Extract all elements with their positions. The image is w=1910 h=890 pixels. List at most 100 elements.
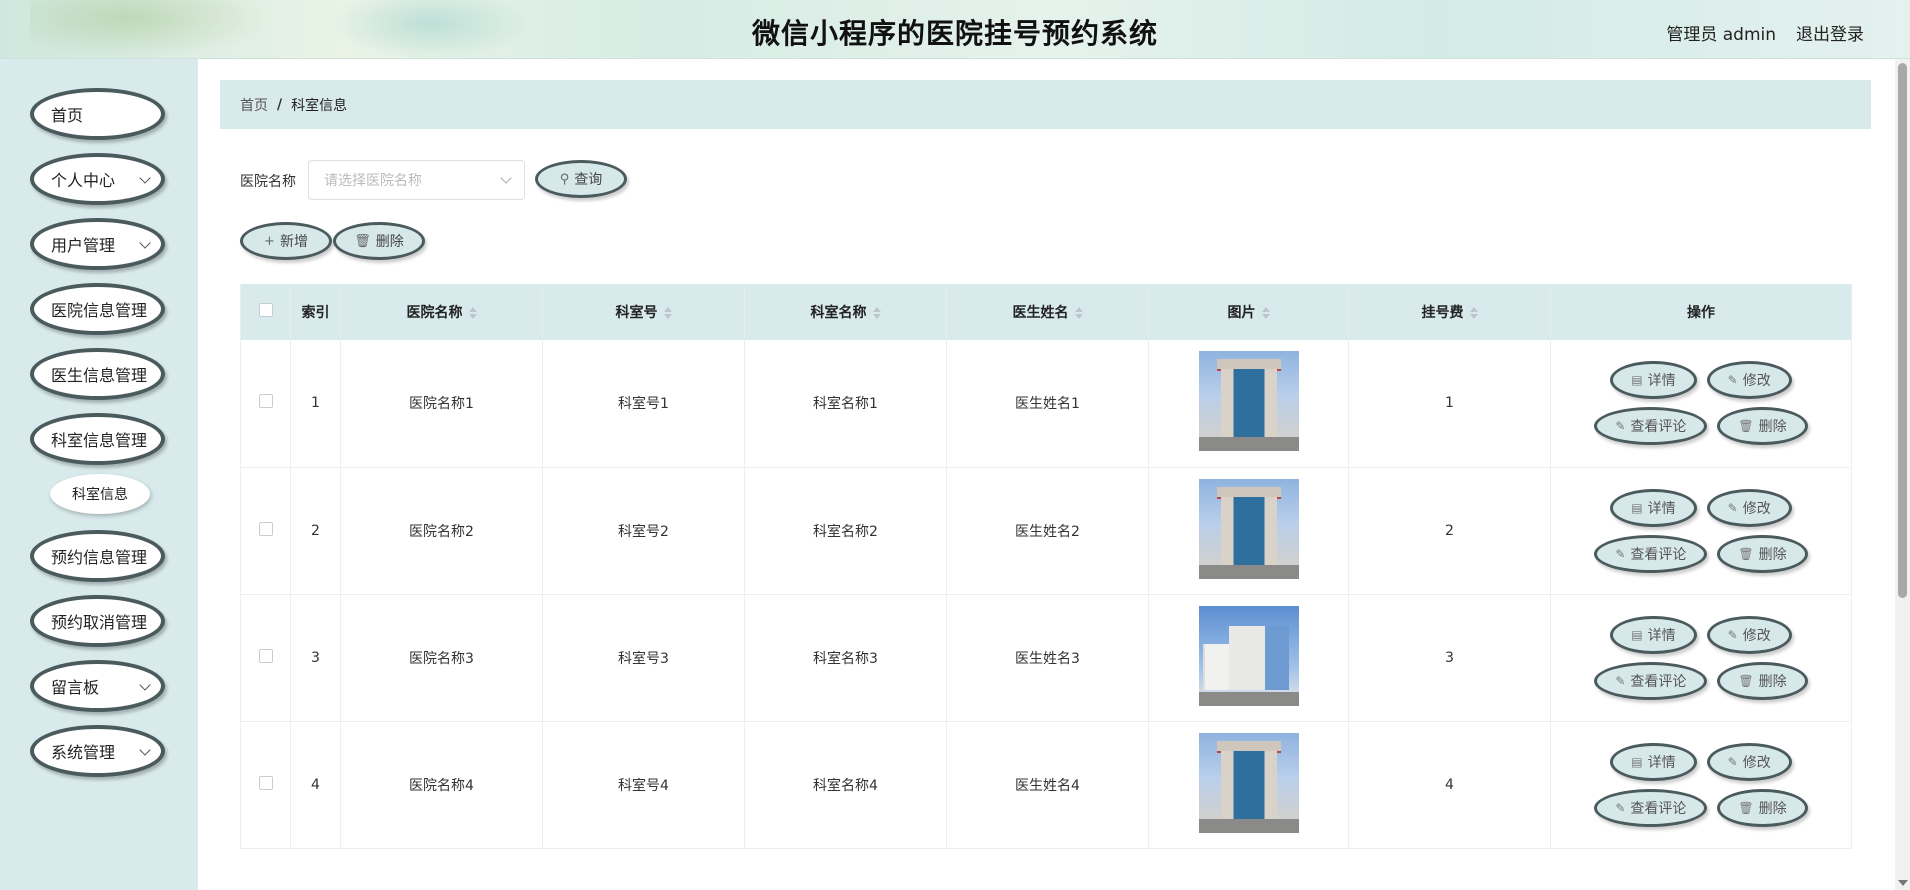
app-title: 微信小程序的医院挂号预约系统 xyxy=(751,17,1158,50)
breadcrumb-home[interactable]: 首页 xyxy=(240,95,268,115)
page-scrollbar[interactable] xyxy=(1895,59,1910,890)
edit-button-label: 修改 xyxy=(1742,754,1771,771)
pencil-icon: ✎ xyxy=(1615,673,1626,688)
index-cell: 1 xyxy=(290,340,341,468)
view-comments-button-label: 查看评论 xyxy=(1630,419,1687,436)
select-all-checkbox[interactable] xyxy=(258,303,273,317)
delete-button[interactable]: 🗑 删除 xyxy=(1717,534,1808,573)
view-comments-button-label: 查看评论 xyxy=(1630,546,1687,563)
column-header-actions: 操作 xyxy=(1550,284,1852,340)
sidebar-item-message-board[interactable]: 留言板 xyxy=(30,660,165,712)
scroll-down-arrow-icon[interactable] xyxy=(1898,880,1908,886)
dept-no-cell: 科室号1 xyxy=(542,340,745,468)
breadcrumb-current: 科室信息 xyxy=(291,97,348,114)
sort-icon[interactable] xyxy=(468,307,477,319)
sidebar-item-system-management[interactable]: 系统管理 xyxy=(30,725,165,777)
sidebar-item-label: 首页 xyxy=(51,106,84,125)
delete-button-label: 删除 xyxy=(1758,546,1787,563)
dept-name-cell: 科室名称2 xyxy=(744,467,947,595)
row-select-cell xyxy=(240,594,291,722)
delete-button[interactable]: 🗑 删除 xyxy=(1717,661,1808,700)
hospital-image[interactable] xyxy=(1198,605,1299,706)
column-header-doctor[interactable]: 医生姓名 xyxy=(946,284,1149,340)
fee-cell: 4 xyxy=(1348,721,1551,849)
column-header-dept-name[interactable]: 科室名称 xyxy=(744,284,947,340)
document-icon: ▤ xyxy=(1631,627,1643,642)
sidebar-item-home[interactable]: 首页 xyxy=(30,88,165,140)
chevron-down-icon xyxy=(500,172,512,184)
sort-icon[interactable] xyxy=(1261,307,1270,319)
actions-cell: ▤ 详情 ✎ 修改 ✎ 查看评论 🗑 删除 xyxy=(1550,721,1852,849)
sidebar-item-doctor-info[interactable]: 医生信息管理 xyxy=(30,348,165,400)
sidebar-item-appointment-cancel[interactable]: 预约取消管理 xyxy=(30,595,165,647)
scrollbar-thumb[interactable] xyxy=(1898,63,1907,598)
query-button[interactable]: ⚲ 查询 xyxy=(535,160,627,198)
pencil-icon: ✎ xyxy=(1615,800,1626,815)
column-header-fee[interactable]: 挂号费 xyxy=(1348,284,1551,340)
row-checkbox[interactable] xyxy=(258,775,273,790)
sidebar-item-appointment-info[interactable]: 预约信息管理 xyxy=(30,530,165,582)
sidebar-item-personal-center[interactable]: 个人中心 xyxy=(30,153,165,205)
pencil-icon: ✎ xyxy=(1727,373,1738,388)
view-comments-button-label: 查看评论 xyxy=(1630,673,1687,690)
view-comments-button[interactable]: ✎ 查看评论 xyxy=(1594,407,1708,446)
edit-button[interactable]: ✎ 修改 xyxy=(1706,742,1792,781)
sidebar-subitem-department-info[interactable]: 科室信息 xyxy=(50,474,150,514)
logout-link[interactable]: 退出登录 xyxy=(1796,20,1864,45)
pencil-icon: ✎ xyxy=(1615,546,1626,561)
detail-button[interactable]: ▤ 详情 xyxy=(1610,615,1697,654)
delete-button[interactable]: 🗑 删除 xyxy=(1717,788,1808,827)
actions-cell: ▤ 详情 ✎ 修改 ✎ 查看评论 🗑 删除 xyxy=(1550,340,1852,468)
view-comments-button[interactable]: ✎ 查看评论 xyxy=(1594,788,1708,827)
column-header-hospital[interactable]: 医院名称 xyxy=(340,284,543,340)
sidebar-item-department-info[interactable]: 科室信息管理 xyxy=(30,413,165,465)
doctor-cell: 医生姓名1 xyxy=(946,340,1149,468)
detail-button-label: 详情 xyxy=(1647,754,1676,771)
detail-button[interactable]: ▤ 详情 xyxy=(1610,488,1697,527)
row-checkbox[interactable] xyxy=(258,394,273,409)
query-button-label: 查询 xyxy=(574,172,603,188)
document-icon: ▤ xyxy=(1631,754,1643,769)
pencil-icon: ✎ xyxy=(1727,754,1738,769)
add-button[interactable]: + 新增 xyxy=(240,222,332,260)
delete-button-label: 删除 xyxy=(1758,419,1787,436)
chevron-down-icon xyxy=(139,744,151,756)
pencil-icon: ✎ xyxy=(1727,627,1738,642)
sort-icon[interactable] xyxy=(1469,307,1478,319)
view-comments-button-label: 查看评论 xyxy=(1630,800,1687,817)
column-header-image[interactable]: 图片 xyxy=(1148,284,1349,340)
table-header-row: 索引 医院名称 科室号 科室名称 医生姓名 图片 挂号费 操作 xyxy=(240,284,1852,340)
delete-button[interactable]: 🗑 删除 xyxy=(1717,407,1808,446)
actions-cell: ▤ 详情 ✎ 修改 ✎ 查看评论 🗑 删除 xyxy=(1550,467,1852,595)
row-select-cell xyxy=(240,721,291,849)
delete-button-label: 删除 xyxy=(1758,800,1787,817)
hospital-image[interactable] xyxy=(1198,351,1299,452)
hospital-select[interactable]: 请选择医院名称 xyxy=(308,160,525,200)
sort-icon[interactable] xyxy=(1074,307,1083,319)
edit-button[interactable]: ✎ 修改 xyxy=(1706,615,1792,654)
batch-delete-button[interactable]: 🗑 删除 xyxy=(333,222,425,260)
sidebar-item-label: 预约信息管理 xyxy=(51,548,148,567)
dept-name-cell: 科室名称4 xyxy=(744,721,947,849)
sort-icon[interactable] xyxy=(872,307,881,319)
view-comments-button[interactable]: ✎ 查看评论 xyxy=(1594,661,1708,700)
view-comments-button[interactable]: ✎ 查看评论 xyxy=(1594,534,1708,573)
column-header-dept-no[interactable]: 科室号 xyxy=(542,284,745,340)
sort-icon[interactable] xyxy=(663,307,672,319)
sidebar-item-hospital-info[interactable]: 医院信息管理 xyxy=(30,283,165,335)
plus-icon: + xyxy=(264,233,275,249)
fee-cell: 1 xyxy=(1348,340,1551,468)
row-checkbox[interactable] xyxy=(258,648,273,663)
hospital-image[interactable] xyxy=(1198,478,1299,579)
row-checkbox[interactable] xyxy=(258,521,273,536)
sidebar-item-user-management[interactable]: 用户管理 xyxy=(30,218,165,270)
hospital-image[interactable] xyxy=(1198,732,1299,833)
hospital-cell: 医院名称1 xyxy=(340,340,543,468)
department-table: 索引 医院名称 科室号 科室名称 医生姓名 图片 挂号费 操作 1 医院名称1 … xyxy=(240,284,1852,849)
edit-button[interactable]: ✎ 修改 xyxy=(1706,361,1792,400)
trash-icon: 🗑 xyxy=(354,233,371,249)
detail-button[interactable]: ▤ 详情 xyxy=(1610,742,1697,781)
image-cell xyxy=(1148,721,1349,849)
edit-button[interactable]: ✎ 修改 xyxy=(1706,488,1792,527)
detail-button[interactable]: ▤ 详情 xyxy=(1610,361,1697,400)
